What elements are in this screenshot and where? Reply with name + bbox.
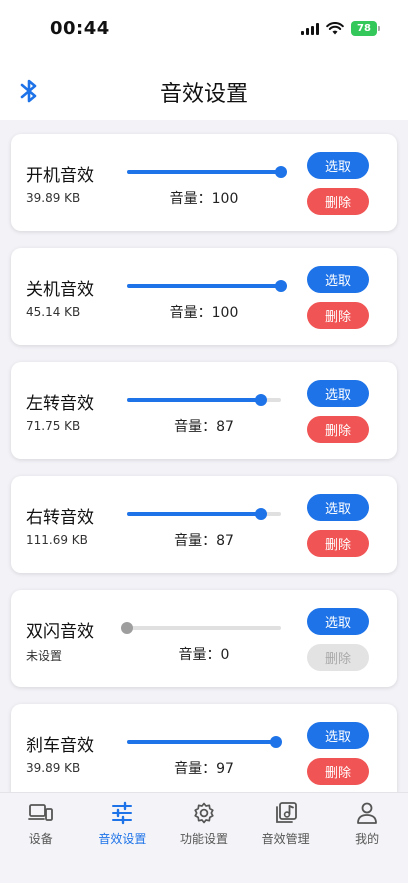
battery-icon: 78 (351, 21, 380, 36)
volume-label: 音量： (174, 761, 217, 777)
tab-devices[interactable]: 设备 (0, 793, 82, 883)
select-button[interactable]: 选取 (307, 380, 369, 407)
tab-profile[interactable]: 我的 (326, 793, 408, 883)
select-button[interactable]: 选取 (307, 494, 369, 521)
tab-sound-management[interactable]: 音效管理 (245, 793, 327, 883)
tab-label: 功能设置 (179, 832, 228, 846)
devices-icon (27, 804, 53, 821)
tab-label: 我的 (355, 832, 380, 846)
sound-effect-size: 未设置 (26, 649, 63, 663)
select-button[interactable]: 选取 (307, 266, 369, 293)
volume-slider-fill (127, 512, 261, 516)
select-button[interactable]: 选取 (307, 722, 369, 749)
volume-label: 音量： (178, 647, 221, 663)
volume-slider-thumb[interactable] (275, 280, 287, 292)
tab-label: 设备 (28, 832, 53, 846)
sound-effect-card: 关机音效 45.14 KB 音量：100 选取删除 (11, 248, 397, 345)
sound-effect-size: 39.89 KB (26, 191, 81, 205)
status-time: 00:44 (50, 18, 110, 39)
tab-bar: 设备 音效设置 功能设置 音效管理 我的 (0, 792, 408, 883)
volume-label: 音量： (169, 191, 212, 207)
volume-slider[interactable] (127, 280, 287, 292)
volume-slider[interactable] (127, 166, 287, 178)
sound-effect-name: 开机音效 (26, 166, 94, 186)
wifi-icon (326, 22, 344, 35)
volume-readout: 音量：97 (127, 758, 281, 778)
battery-level: 78 (351, 21, 377, 36)
volume-slider[interactable] (127, 508, 281, 520)
volume-readout: 音量：0 (127, 644, 281, 664)
sound-effect-size: 71.75 KB (26, 419, 81, 433)
status-bar: 00:44 78 (0, 0, 408, 60)
select-button[interactable]: 选取 (307, 608, 369, 635)
volume-slider[interactable] (127, 394, 281, 406)
delete-button[interactable]: 删除 (307, 416, 369, 443)
volume-readout: 音量：100 (127, 302, 281, 322)
tab-label: 音效管理 (261, 832, 310, 846)
sound-effect-card: 开机音效 39.89 KB 音量：100 选取删除 (11, 134, 397, 231)
status-icons: 78 (301, 21, 380, 36)
volume-readout: 音量：87 (127, 416, 281, 436)
sound-effect-card: 双闪音效未设置 音量：0 选取删除 (11, 590, 397, 687)
volume-slider-fill (127, 740, 276, 744)
sound-effect-name: 左转音效 (26, 394, 94, 414)
volume-label: 音量： (174, 419, 217, 435)
delete-button[interactable]: 删除 (307, 530, 369, 557)
volume-value: 0 (220, 647, 230, 663)
volume-value: 100 (211, 191, 239, 207)
sound-effect-card: 刹车音效 39.89 KB 音量：97 选取删除 (11, 704, 397, 792)
tab-function-settings[interactable]: 功能设置 (163, 793, 245, 883)
sound-effect-size: 39.89 KB (26, 761, 81, 775)
page-title: 音效设置 (159, 82, 248, 107)
sound-effect-list[interactable]: 开机音效 39.89 KB 音量：100 选取 删除 关机音效 45.14 KB 音量：100… (0, 120, 408, 792)
volume-value: 87 (216, 533, 234, 549)
gear-icon (194, 802, 214, 824)
volume-slider-fill (127, 398, 261, 402)
volume-readout: 音量：100 (127, 188, 281, 208)
sound-effect-name: 关机音效 (26, 280, 94, 300)
sliders-icon (112, 801, 133, 825)
tab-label: 音效设置 (98, 832, 147, 846)
sound-effect-name: 双闪音效 (26, 622, 94, 642)
volume-slider-fill (127, 170, 281, 174)
person-icon (357, 802, 378, 824)
music-library-icon (275, 802, 297, 823)
volume-slider-thumb[interactable] (255, 394, 267, 406)
nav-bar: 音效设置 (0, 60, 408, 120)
sound-effect-card: 右转音效 111.69 KB 音量：87 选取删除 (11, 476, 397, 573)
volume-value: 87 (216, 419, 234, 435)
volume-slider-thumb[interactable] (255, 508, 267, 520)
volume-slider-thumb[interactable] (121, 622, 133, 634)
volume-slider-thumb[interactable] (270, 736, 282, 748)
sound-effect-size: 45.14 KB (26, 305, 81, 319)
tab-sound-settings[interactable]: 音效设置 (82, 793, 164, 883)
volume-value: 100 (211, 305, 239, 321)
volume-readout: 音量：87 (127, 530, 281, 550)
volume-slider-fill (127, 284, 281, 288)
delete-button: 删除 (307, 644, 369, 671)
sound-effect-name: 刹车音效 (26, 736, 94, 756)
volume-value: 97 (216, 761, 234, 777)
sound-effect-size: 111.69 KB (26, 533, 88, 547)
delete-button[interactable]: 删除 (307, 758, 369, 785)
delete-button[interactable]: 删除 (307, 302, 369, 329)
delete-button[interactable]: 删除 (307, 188, 369, 215)
volume-label: 音量： (169, 305, 212, 321)
select-button[interactable]: 选取 (307, 152, 369, 179)
volume-slider-thumb[interactable] (275, 166, 287, 178)
sound-effect-name: 右转音效 (26, 508, 94, 528)
volume-slider[interactable] (127, 736, 282, 748)
sound-effect-card: 左转音效 71.75 KB 音量：87 选取删除 (11, 362, 397, 459)
volume-slider[interactable] (121, 622, 281, 634)
volume-label: 音量： (174, 533, 217, 549)
cellular-signal-icon (301, 22, 319, 35)
